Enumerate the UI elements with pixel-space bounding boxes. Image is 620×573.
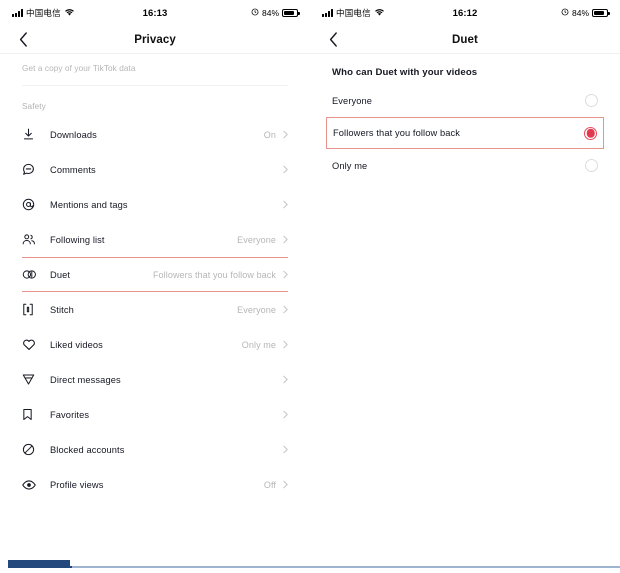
comment-icon: [22, 163, 42, 176]
privacy-row-label: Blocked accounts: [50, 444, 125, 455]
progress-bar-track[interactable]: [8, 566, 620, 568]
privacy-row-label: Liked videos: [50, 339, 103, 350]
mention-at-icon: [22, 198, 42, 211]
privacy-row-label: Comments: [50, 164, 96, 175]
privacy-row-following-list[interactable]: Following list Everyone: [22, 222, 288, 257]
duet-option-followers-that-you-follow-back[interactable]: Followers that you follow back: [326, 117, 604, 149]
privacy-row-label: Mentions and tags: [50, 199, 128, 210]
privacy-row-label: Profile views: [50, 479, 104, 490]
screenshot-root: 中国电信 16:13 84% Privacy Get a copy of you: [0, 0, 620, 573]
duet-content: Who can Duet with your videos Everyone F…: [310, 54, 620, 182]
chevron-right-icon: [283, 340, 288, 349]
privacy-row-favorites[interactable]: Favorites: [22, 397, 288, 432]
privacy-row-label: Following list: [50, 234, 105, 245]
status-bar-right-group: 84%: [251, 8, 300, 18]
status-bar-right: 中国电信 16:12 84%: [310, 0, 620, 26]
status-bar-right-group: 84%: [561, 8, 610, 18]
privacy-row-direct-messages[interactable]: Direct messages: [22, 362, 288, 397]
people-icon: [22, 233, 42, 246]
progress-bar-fill-block: [8, 560, 70, 568]
page-title-privacy: Privacy: [134, 33, 176, 46]
duet-screen-panel: 中国电信 16:12 84% Duet Who can Duet with yo: [310, 0, 620, 560]
privacy-row-downloads[interactable]: Downloads On: [22, 117, 288, 152]
battery-icon: [282, 9, 300, 17]
heart-icon: [22, 338, 42, 351]
radio-button-unselected[interactable]: [585, 159, 598, 172]
radio-button-selected[interactable]: [584, 126, 597, 140]
privacy-row-liked-videos[interactable]: Liked videos Only me: [22, 327, 288, 362]
chevron-right-icon: [283, 305, 288, 314]
duet-options-header: Who can Duet with your videos: [332, 67, 478, 78]
duet-option-only-me[interactable]: Only me: [332, 149, 598, 182]
privacy-row-duet[interactable]: Duet Followers that you follow back: [22, 257, 288, 292]
chevron-right-icon: [283, 130, 288, 139]
privacy-row-label: Duet: [50, 269, 71, 280]
privacy-row-value: On: [263, 129, 276, 140]
chevron-right-icon: [283, 445, 288, 454]
privacy-row-comments[interactable]: Comments: [22, 152, 288, 187]
privacy-row-label: Favorites: [50, 409, 90, 420]
battery-percent-label: 84%: [261, 8, 279, 18]
battery-percent-label: 84%: [571, 8, 589, 18]
blocked-icon: [22, 443, 42, 456]
privacy-row-profile-views[interactable]: Profile views Off: [22, 467, 288, 502]
privacy-row-value: Everyone: [237, 304, 276, 315]
chevron-right-icon: [283, 410, 288, 419]
status-bar-left: 中国电信 16:13 84%: [0, 0, 310, 26]
privacy-row-label: Direct messages: [50, 374, 121, 385]
radio-button-unselected[interactable]: [585, 94, 598, 107]
chevron-right-icon: [283, 165, 288, 174]
page-title-duet: Duet: [452, 33, 478, 46]
privacy-content: Get a copy of your TikTok data Safety Do…: [0, 54, 310, 502]
stitch-icon: [22, 303, 42, 316]
eye-icon: [22, 479, 42, 491]
duet-option-label: Only me: [332, 160, 368, 171]
chevron-right-icon: [283, 200, 288, 209]
chevron-right-icon: [283, 480, 288, 489]
paper-plane-icon: [22, 373, 42, 386]
chevron-right-icon: [283, 375, 288, 384]
privacy-row-value: Followers that you follow back: [152, 269, 276, 280]
nav-bar-privacy: Privacy: [0, 26, 310, 54]
duet-option-everyone[interactable]: Everyone: [332, 84, 598, 117]
privacy-screen-panel: 中国电信 16:13 84% Privacy Get a copy of you: [0, 0, 310, 560]
privacy-row-mentions-and-tags[interactable]: Mentions and tags: [22, 187, 288, 222]
privacy-row-blocked-accounts[interactable]: Blocked accounts: [22, 432, 288, 467]
privacy-row-value: Off: [263, 479, 276, 490]
download-icon: [22, 128, 42, 141]
chevron-right-icon: [283, 270, 288, 279]
section-label-safety: Safety: [22, 102, 46, 111]
privacy-row-stitch[interactable]: Stitch Everyone: [22, 292, 288, 327]
duet-option-label: Everyone: [332, 95, 373, 106]
bookmark-icon: [22, 408, 42, 421]
privacy-row-value: Everyone: [237, 234, 276, 245]
privacy-row-label: Stitch: [50, 304, 74, 315]
alarm-icon: [251, 8, 259, 18]
privacy-row-value: Only me: [241, 339, 276, 350]
duet-option-label: Followers that you follow back: [333, 128, 461, 138]
data-copy-subtitle: Get a copy of your TikTok data: [22, 54, 288, 86]
nav-bar-duet: Duet: [310, 26, 620, 54]
privacy-row-label: Downloads: [50, 129, 97, 140]
duet-icon: [22, 268, 42, 281]
battery-icon: [592, 9, 610, 17]
chevron-right-icon: [283, 235, 288, 244]
alarm-icon: [561, 8, 569, 18]
